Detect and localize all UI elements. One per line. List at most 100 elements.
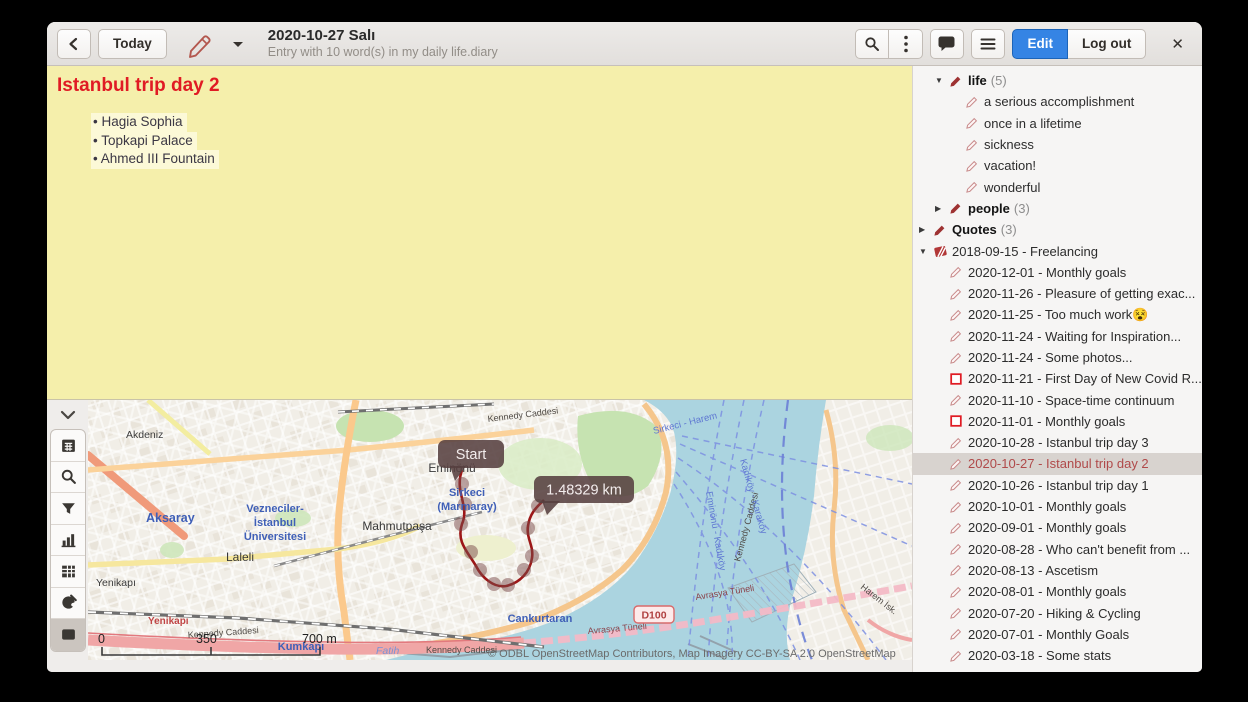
pencil-outline-icon <box>965 138 983 152</box>
caret-down-icon <box>231 39 245 49</box>
search-button[interactable] <box>855 29 889 59</box>
pencil-outline-icon <box>949 393 967 407</box>
tree-label: 2020-11-25 - Too much work😵 <box>968 307 1148 323</box>
tree-row[interactable]: sickness <box>913 134 1202 155</box>
tree-row[interactable]: a serious accomplishment <box>913 91 1202 112</box>
red-square-icon <box>949 372 967 386</box>
theme-palette-icon <box>60 594 77 611</box>
tree-row[interactable]: 2020-11-26 - Pleasure of getting exac... <box>913 283 1202 304</box>
pencil-outline-icon <box>949 329 967 343</box>
tree-row[interactable]: once in a lifetime <box>913 113 1202 134</box>
pencil-icon <box>184 30 214 58</box>
pencil-solid-icon <box>933 223 951 237</box>
tree-label: people <box>968 201 1010 216</box>
tree-row[interactable]: 2020-08-28 - Who can't benefit from ... <box>913 539 1202 560</box>
tree-label: 2020-07-01 - Monthly Goals <box>968 627 1129 642</box>
list-item: Hagia Sophia <box>91 113 912 132</box>
tree-row[interactable]: 2020-08-13 - Ascetism <box>913 560 1202 581</box>
map-label: Vezneciler- <box>246 503 304 515</box>
expander-icon[interactable]: ▼ <box>935 76 949 85</box>
map-view[interactable]: Akdeniz Aksaray Vezneciler- İstanbul Üni… <box>88 400 912 672</box>
more-menu-button[interactable] <box>889 29 923 59</box>
tree-row[interactable]: 2020-07-01 - Monthly Goals <box>913 624 1202 645</box>
tree-row[interactable]: 2020-09-01 - Monthly goals <box>913 517 1202 538</box>
tree-label: 2020-10-26 - Istanbul trip day 1 <box>968 478 1149 493</box>
expander-icon[interactable]: ▼ <box>919 247 933 256</box>
panel-collapse-button[interactable] <box>58 406 78 425</box>
edit-button[interactable]: Edit <box>1012 29 1068 59</box>
edit-entry-pencil-button[interactable] <box>182 28 216 60</box>
expander-icon[interactable]: ▶ <box>935 204 949 213</box>
pencil-outline-icon <box>949 500 967 514</box>
tree-label: 2020-09-01 - Monthly goals <box>968 520 1126 535</box>
desktop-background: Today 2020-10-27 Salı Entry with 10 word… <box>0 0 1248 702</box>
map-label: Laleli <box>226 550 254 564</box>
tree-row[interactable]: 2020-10-26 - Istanbul trip day 1 <box>913 475 1202 496</box>
bar-chart-icon <box>60 531 77 548</box>
tree-row[interactable]: 2020-11-24 - Waiting for Inspiration... <box>913 326 1202 347</box>
map-label: Kennedy Caddesi <box>426 645 497 655</box>
tree-row[interactable]: ▼2018-09-15 - Freelancing <box>913 240 1202 261</box>
hamburger-menu-icon <box>980 37 996 51</box>
tree-row[interactable]: 2020-10-28 - Istanbul trip day 3 <box>913 432 1202 453</box>
pencil-outline-icon <box>949 563 967 577</box>
tree-row[interactable]: ▶Quotes(3) <box>913 219 1202 240</box>
panel-calendar-button[interactable] <box>51 430 85 462</box>
expander-icon[interactable]: ▶ <box>919 225 933 234</box>
tree-row[interactable]: 2020-11-10 - Space-time continuum <box>913 389 1202 410</box>
sidebar-tree[interactable]: ▼life(5)a serious accomplishmentonce in … <box>912 66 1202 672</box>
back-button[interactable] <box>57 29 91 59</box>
pencil-solid-icon <box>949 201 967 215</box>
map-attribution: © ODBL OpenStreetMap Contributors, Map I… <box>488 648 896 660</box>
bottom-panel: Akdeniz Aksaray Vezneciler- İstanbul Üni… <box>47 400 912 672</box>
map-flag-icon <box>60 626 77 643</box>
tree-count: (3) <box>1014 201 1030 216</box>
panel-table-button[interactable] <box>51 556 85 588</box>
pencil-outline-icon <box>949 670 967 672</box>
nav-dropdown-button[interactable] <box>229 28 247 60</box>
tree-row[interactable]: 2020-08-01 - Monthly goals <box>913 581 1202 602</box>
tree-row[interactable]: ▶ people (3) <box>913 198 1202 219</box>
main-menu-button[interactable] <box>971 29 1005 59</box>
map-label: Yenikapı <box>148 616 189 627</box>
tree-label: once in a lifetime <box>984 116 1082 131</box>
today-button[interactable]: Today <box>98 29 167 59</box>
pencil-outline-icon <box>949 265 967 279</box>
logout-button[interactable]: Log out <box>1068 29 1146 59</box>
panel-search-button[interactable] <box>51 462 85 494</box>
panel-filter-button[interactable] <box>51 493 85 525</box>
panel-map-button[interactable] <box>51 619 85 651</box>
pencil-outline-icon <box>949 287 967 301</box>
tree-row[interactable]: 2020-11-01 - Monthly goals <box>913 411 1202 432</box>
tree-label: 2020-11-10 - Space-time continuum <box>968 393 1174 408</box>
tree-label: sickness <box>984 137 1034 152</box>
tree-row[interactable]: ▼life(5) <box>913 70 1202 91</box>
tree-count: (3) <box>1001 222 1017 237</box>
tree-row[interactable]: 2020-01-15 - Some stats <box>913 666 1202 672</box>
bookmarks-button[interactable] <box>930 29 964 59</box>
panel-view-buttons <box>50 429 86 652</box>
close-button[interactable]: ✕ <box>1163 35 1192 53</box>
title-block: 2020-10-27 Salı Entry with 10 word(s) in… <box>268 27 498 60</box>
tree-label: life <box>968 73 987 88</box>
pencil-outline-icon <box>949 627 967 641</box>
entry-view[interactable]: Istanbul trip day 2 Hagia Sophia Topkapi… <box>47 66 912 400</box>
tree-row[interactable]: 2020-03-18 - Some stats <box>913 645 1202 666</box>
tree-row[interactable]: 2020-11-25 - Too much work😵 <box>913 304 1202 325</box>
pencil-outline-icon <box>949 521 967 535</box>
tree-row[interactable]: 2020-12-01 - Monthly goals <box>913 262 1202 283</box>
tree-row[interactable]: 2020-10-01 - Monthly goals <box>913 496 1202 517</box>
tree-label: 2020-11-21 - First Day of New Covid R... <box>968 371 1202 386</box>
tree-row[interactable]: 2020-10-27 - Istanbul trip day 2 <box>913 453 1202 474</box>
map-label: Mahmutpaşa <box>362 519 432 533</box>
tree-label: 2020-11-01 - Monthly goals <box>968 414 1125 429</box>
tree-label: 2020-10-01 - Monthly goals <box>968 499 1126 514</box>
tree-row[interactable]: 2020-11-24 - Some photos... <box>913 347 1202 368</box>
tree-row[interactable]: vacation! <box>913 155 1202 176</box>
map-label: Sirkeci <box>449 487 485 499</box>
panel-theme-button[interactable] <box>51 588 85 620</box>
tree-row[interactable]: wonderful <box>913 176 1202 197</box>
tree-row[interactable]: 2020-07-20 - Hiking & Cycling <box>913 602 1202 623</box>
panel-chart-button[interactable] <box>51 525 85 557</box>
tree-row[interactable]: 2020-11-21 - First Day of New Covid R... <box>913 368 1202 389</box>
